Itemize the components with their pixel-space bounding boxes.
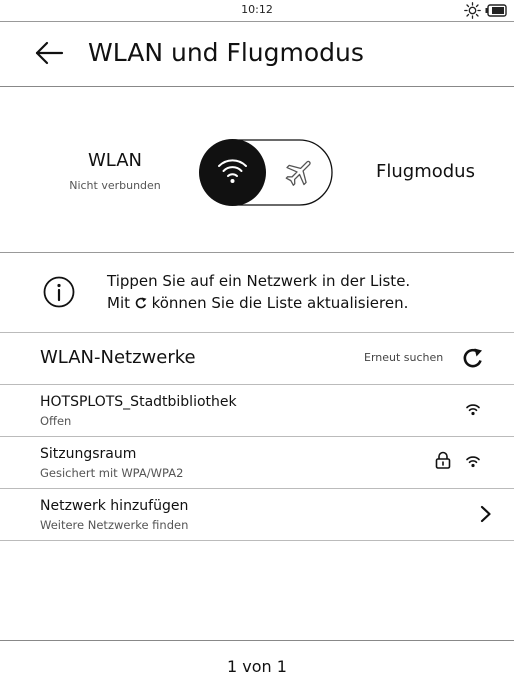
brightness-icon[interactable] xyxy=(464,2,481,19)
wlan-label: WLAN xyxy=(87,150,143,171)
wlan-airplane-toggle[interactable] xyxy=(199,139,333,206)
arrow-left-icon[interactable] xyxy=(34,41,64,65)
chevron-right-icon xyxy=(480,505,491,523)
refresh-icon xyxy=(135,297,147,309)
info-icon xyxy=(43,276,75,308)
info-hint: Tippen Sie auf ein Netzwerk in der Liste… xyxy=(0,253,514,333)
networks-section-header: WLAN-Netzwerke Erneut suchen xyxy=(0,333,514,385)
airplane-mode-label: Flugmodus xyxy=(376,161,475,182)
info-line-1: Tippen Sie auf ein Netzwerk in der Liste… xyxy=(107,272,411,290)
network-row-sitzungsraum[interactable]: Sitzungsraum Gesichert mit WPA/WPA2 xyxy=(0,437,514,489)
network-name: Sitzungsraum xyxy=(40,446,137,462)
status-bar: 10:12 xyxy=(0,0,514,22)
page-header: WLAN und Flugmodus xyxy=(0,22,514,87)
add-network-sublabel: Weitere Netzwerke finden xyxy=(40,518,189,532)
network-security: Offen xyxy=(40,414,72,428)
add-network-label: Netzwerk hinzufügen xyxy=(40,498,189,514)
page-indicator: 1 von 1 xyxy=(227,657,287,676)
network-name: HOTSPLOTS_Stadtbibliothek xyxy=(40,394,237,410)
add-network-row[interactable]: Netzwerk hinzufügen Weitere Netzwerke fi… xyxy=(0,489,514,541)
pagination-footer: 1 von 1 xyxy=(0,640,514,687)
info-line-2-before: Mit xyxy=(107,294,130,312)
mode-switch-panel: WLAN Nicht verbunden Flugmodus xyxy=(0,87,514,253)
rescan-button[interactable]: Erneut suchen xyxy=(364,351,443,364)
info-line-2-after: können Sie die Liste aktualisieren. xyxy=(151,294,409,312)
wlan-status: Nicht verbunden xyxy=(69,179,161,192)
network-security: Gesichert mit WPA/WPA2 xyxy=(40,466,184,480)
status-time: 10:12 xyxy=(241,3,273,16)
wifi-signal-icon xyxy=(466,404,480,416)
battery-icon xyxy=(485,4,507,17)
networks-section-title: WLAN-Netzwerke xyxy=(40,347,196,368)
page-title: WLAN und Flugmodus xyxy=(88,38,364,67)
network-row-hotsplots[interactable]: HOTSPLOTS_Stadtbibliothek Offen xyxy=(0,385,514,437)
lock-icon xyxy=(435,451,451,469)
screen: 10:12 WLAN und Flugmodus WLAN Nicht verb… xyxy=(0,0,514,686)
wifi-signal-icon xyxy=(466,456,480,468)
info-line-2: Mit können Sie die Liste aktualisieren. xyxy=(107,294,408,312)
refresh-icon[interactable] xyxy=(462,347,484,369)
